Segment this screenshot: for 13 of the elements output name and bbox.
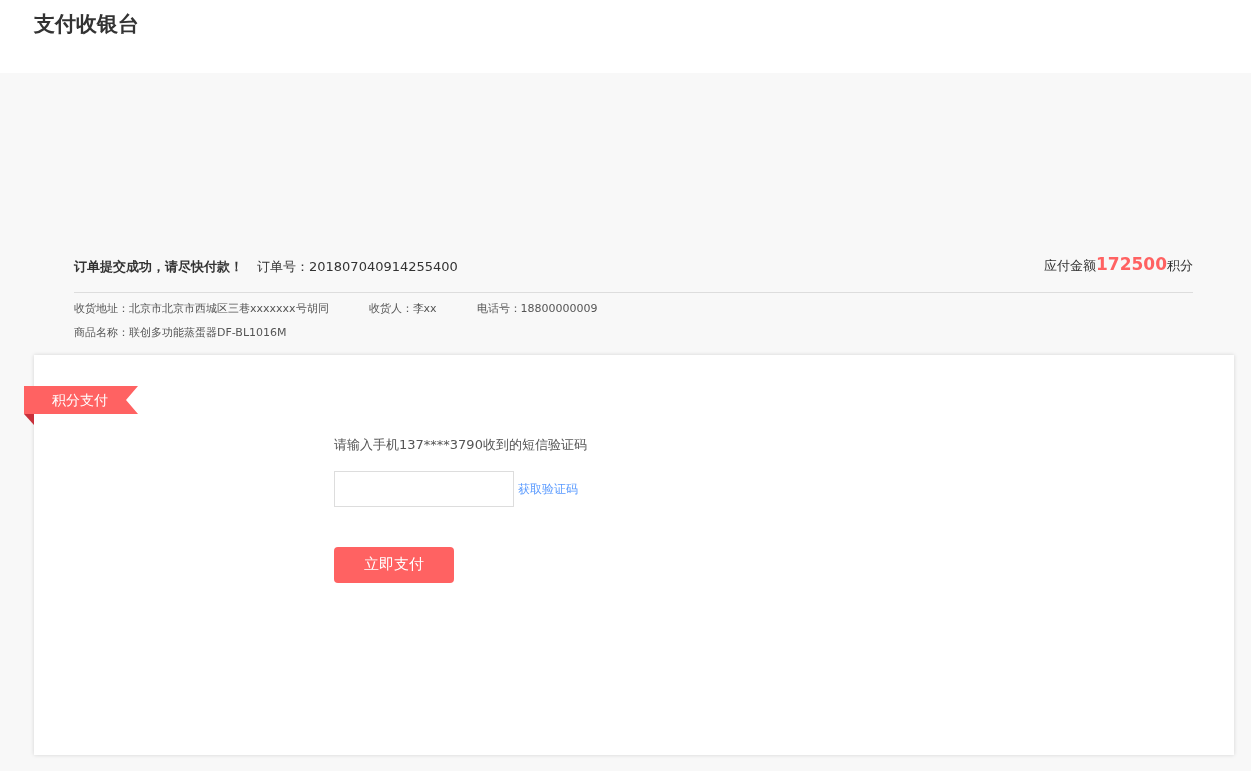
order-success-notice: 订单提交成功，请尽快付款！ [74, 258, 243, 274]
pay-now-button[interactable]: 立即支付 [334, 546, 454, 583]
sms-code-prompt: 请输入手机137****3790收到的短信验证码 [334, 436, 588, 454]
detail-field: 收货人：李xx [368, 300, 437, 317]
detail-field: 电话号：18800000009 [476, 300, 598, 317]
get-code-link[interactable]: 获取验证码 [518, 479, 578, 498]
payment-method-ribbon: 积分支付 [24, 386, 138, 414]
amount-due: 应付金额172500积分 [1044, 253, 1193, 276]
order-number: 订单号：201807040914255400 [257, 258, 458, 274]
page-title: 支付收银台 [34, 12, 140, 38]
detail-field: 收货地址：北京市北京市西城区三巷xxxxxxx号胡同 [74, 300, 329, 317]
sms-code-field[interactable] [334, 470, 514, 507]
product-name: 商品名称：联创多功能蒸蛋器DF-BL1016M [74, 325, 288, 341]
